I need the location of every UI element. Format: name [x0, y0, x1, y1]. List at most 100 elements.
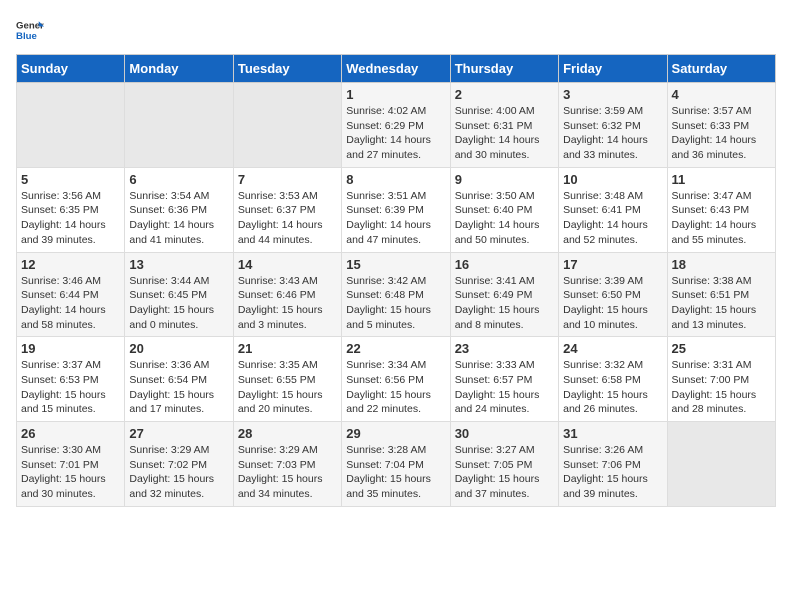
calendar-table: SundayMondayTuesdayWednesdayThursdayFrid…	[16, 54, 776, 507]
day-number: 15	[346, 257, 445, 272]
day-details: Sunrise: 3:53 AMSunset: 6:37 PMDaylight:…	[238, 189, 337, 248]
week-row-1: 1 Sunrise: 4:02 AMSunset: 6:29 PMDaylight…	[17, 83, 776, 168]
calendar-cell: 25 Sunrise: 3:31 AMSunset: 7:00 PMDayligh…	[667, 337, 775, 422]
week-row-2: 5Sunrise: 3:56 AMSunset: 6:35 PMDaylight…	[17, 167, 776, 252]
day-details: Sunrise: 3:32 AMSunset: 6:58 PMDaylight:…	[563, 358, 662, 417]
day-details: Sunrise: 3:27 AMSunset: 7:05 PMDaylight:…	[455, 443, 554, 502]
calendar-cell: 19Sunrise: 3:37 AMSunset: 6:53 PMDayligh…	[17, 337, 125, 422]
day-number: 16	[455, 257, 554, 272]
day-header-monday: Monday	[125, 55, 233, 83]
day-number: 19	[21, 341, 120, 356]
day-details: Sunrise: 3:59 AMSunset: 6:32 PMDaylight:…	[563, 104, 662, 163]
calendar-cell: 20 Sunrise: 3:36 AMSunset: 6:54 PMDayligh…	[125, 337, 233, 422]
calendar-cell: 7 Sunrise: 3:53 AMSunset: 6:37 PMDaylight…	[233, 167, 341, 252]
calendar-cell: 28 Sunrise: 3:29 AMSunset: 7:03 PMDayligh…	[233, 422, 341, 507]
week-row-5: 26 Sunrise: 3:30 AMSunset: 7:01 PMDayligh…	[17, 422, 776, 507]
week-row-4: 19Sunrise: 3:37 AMSunset: 6:53 PMDayligh…	[17, 337, 776, 422]
calendar-cell: 12Sunrise: 3:46 AMSunset: 6:44 PMDayligh…	[17, 252, 125, 337]
calendar-cell: 30 Sunrise: 3:27 AMSunset: 7:05 PMDayligh…	[450, 422, 558, 507]
day-details: Sunrise: 3:34 AMSunset: 6:56 PMDaylight:…	[346, 358, 445, 417]
day-number: 3	[563, 87, 662, 102]
day-number: 27	[129, 426, 228, 441]
calendar-cell: 10Sunrise: 3:48 AMSunset: 6:41 PMDayligh…	[559, 167, 667, 252]
calendar-cell: 18 Sunrise: 3:38 AMSunset: 6:51 PMDayligh…	[667, 252, 775, 337]
calendar-cell	[125, 83, 233, 168]
day-number: 4	[672, 87, 771, 102]
day-details: Sunrise: 3:39 AMSunset: 6:50 PMDaylight:…	[563, 274, 662, 333]
day-number: 22	[346, 341, 445, 356]
logo-icon: General Blue	[16, 16, 44, 44]
day-details: Sunrise: 3:29 AMSunset: 7:03 PMDaylight:…	[238, 443, 337, 502]
day-header-tuesday: Tuesday	[233, 55, 341, 83]
calendar-cell: 2 Sunrise: 4:00 AMSunset: 6:31 PMDaylight…	[450, 83, 558, 168]
day-details: Sunrise: 4:00 AMSunset: 6:31 PMDaylight:…	[455, 104, 554, 163]
calendar-cell	[17, 83, 125, 168]
calendar-cell: 17 Sunrise: 3:39 AMSunset: 6:50 PMDayligh…	[559, 252, 667, 337]
day-header-thursday: Thursday	[450, 55, 558, 83]
calendar-cell: 29Sunrise: 3:28 AMSunset: 7:04 PMDayligh…	[342, 422, 450, 507]
day-number: 2	[455, 87, 554, 102]
svg-text:Blue: Blue	[16, 31, 37, 42]
day-number: 9	[455, 172, 554, 187]
calendar-cell: 26 Sunrise: 3:30 AMSunset: 7:01 PMDayligh…	[17, 422, 125, 507]
day-details: Sunrise: 3:38 AMSunset: 6:51 PMDaylight:…	[672, 274, 771, 333]
day-number: 31	[563, 426, 662, 441]
day-details: Sunrise: 3:56 AMSunset: 6:35 PMDaylight:…	[21, 189, 120, 248]
day-details: Sunrise: 3:36 AMSunset: 6:54 PMDaylight:…	[129, 358, 228, 417]
day-number: 21	[238, 341, 337, 356]
calendar-cell: 15 Sunrise: 3:42 AMSunset: 6:48 PMDayligh…	[342, 252, 450, 337]
calendar-cell: 6Sunrise: 3:54 AMSunset: 6:36 PMDaylight…	[125, 167, 233, 252]
day-number: 28	[238, 426, 337, 441]
day-number: 26	[21, 426, 120, 441]
calendar-cell: 5Sunrise: 3:56 AMSunset: 6:35 PMDaylight…	[17, 167, 125, 252]
day-details: Sunrise: 3:26 AMSunset: 7:06 PMDaylight:…	[563, 443, 662, 502]
day-details: Sunrise: 3:43 AMSunset: 6:46 PMDaylight:…	[238, 274, 337, 333]
day-number: 1	[346, 87, 445, 102]
day-number: 7	[238, 172, 337, 187]
calendar-cell: 23 Sunrise: 3:33 AMSunset: 6:57 PMDayligh…	[450, 337, 558, 422]
calendar-cell	[667, 422, 775, 507]
calendar-cell: 22 Sunrise: 3:34 AMSunset: 6:56 PMDayligh…	[342, 337, 450, 422]
calendar-cell: 1 Sunrise: 4:02 AMSunset: 6:29 PMDaylight…	[342, 83, 450, 168]
day-details: Sunrise: 3:42 AMSunset: 6:48 PMDaylight:…	[346, 274, 445, 333]
day-details: Sunrise: 3:30 AMSunset: 7:01 PMDaylight:…	[21, 443, 120, 502]
day-details: Sunrise: 3:35 AMSunset: 6:55 PMDaylight:…	[238, 358, 337, 417]
day-number: 25	[672, 341, 771, 356]
calendar-cell: 21 Sunrise: 3:35 AMSunset: 6:55 PMDayligh…	[233, 337, 341, 422]
day-number: 14	[238, 257, 337, 272]
day-number: 13	[129, 257, 228, 272]
day-header-wednesday: Wednesday	[342, 55, 450, 83]
day-header-friday: Friday	[559, 55, 667, 83]
logo: General Blue	[16, 16, 44, 44]
day-header-saturday: Saturday	[667, 55, 775, 83]
calendar-cell: 24Sunrise: 3:32 AMSunset: 6:58 PMDayligh…	[559, 337, 667, 422]
calendar-cell: 3 Sunrise: 3:59 AMSunset: 6:32 PMDaylight…	[559, 83, 667, 168]
day-number: 20	[129, 341, 228, 356]
day-details: Sunrise: 3:51 AMSunset: 6:39 PMDaylight:…	[346, 189, 445, 248]
day-number: 23	[455, 341, 554, 356]
day-details: Sunrise: 3:31 AMSunset: 7:00 PMDaylight:…	[672, 358, 771, 417]
calendar-cell: 8 Sunrise: 3:51 AMSunset: 6:39 PMDaylight…	[342, 167, 450, 252]
day-number: 11	[672, 172, 771, 187]
calendar-cell: 31 Sunrise: 3:26 AMSunset: 7:06 PMDayligh…	[559, 422, 667, 507]
day-number: 29	[346, 426, 445, 441]
day-number: 30	[455, 426, 554, 441]
calendar-cell: 13 Sunrise: 3:44 AMSunset: 6:45 PMDayligh…	[125, 252, 233, 337]
day-number: 6	[129, 172, 228, 187]
calendar-cell: 14 Sunrise: 3:43 AMSunset: 6:46 PMDayligh…	[233, 252, 341, 337]
day-details: Sunrise: 3:44 AMSunset: 6:45 PMDaylight:…	[129, 274, 228, 333]
calendar-cell	[233, 83, 341, 168]
day-number: 18	[672, 257, 771, 272]
calendar-cell: 27 Sunrise: 3:29 AMSunset: 7:02 PMDayligh…	[125, 422, 233, 507]
day-number: 8	[346, 172, 445, 187]
calendar-cell: 11Sunrise: 3:47 AMSunset: 6:43 PMDayligh…	[667, 167, 775, 252]
day-details: Sunrise: 4:02 AMSunset: 6:29 PMDaylight:…	[346, 104, 445, 163]
header: General Blue	[16, 16, 776, 44]
day-number: 17	[563, 257, 662, 272]
calendar-cell: 4Sunrise: 3:57 AMSunset: 6:33 PMDaylight…	[667, 83, 775, 168]
day-header-sunday: Sunday	[17, 55, 125, 83]
day-details: Sunrise: 3:33 AMSunset: 6:57 PMDaylight:…	[455, 358, 554, 417]
header-row: SundayMondayTuesdayWednesdayThursdayFrid…	[17, 55, 776, 83]
day-number: 12	[21, 257, 120, 272]
day-details: Sunrise: 3:29 AMSunset: 7:02 PMDaylight:…	[129, 443, 228, 502]
